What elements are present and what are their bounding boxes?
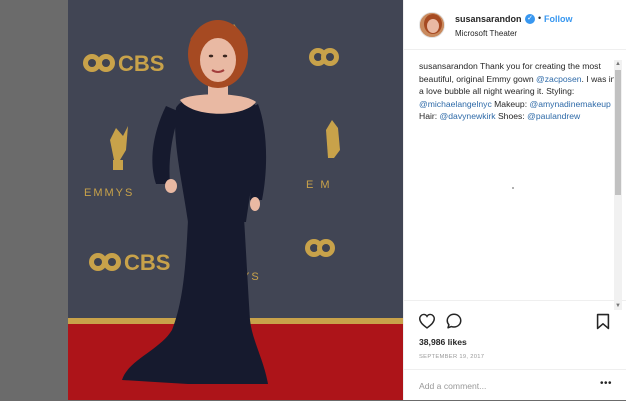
mention-zacposen[interactable]: @zacposen [536,74,582,84]
scroll-up-arrow-icon[interactable]: ▲ [614,60,622,68]
caption-text: Hair: [419,111,440,121]
post-details-panel: susansarandon ✓ • Follow Microsoft Theat… [403,0,626,400]
more-options-button[interactable]: ••• [600,378,612,389]
comment-icon[interactable] [445,312,463,335]
scrollbar-thumb[interactable] [615,70,621,195]
caption-scrollbar[interactable]: ▲ ▼ [614,60,622,310]
emmys-text-left: EMMYS [84,187,134,199]
cbs-text-lower-left: CBS [124,250,170,275]
avatar[interactable] [419,12,445,38]
post-date: SEPTEMBER 19, 2017 [419,354,485,360]
mention-amynadinemakeup[interactable]: @amynadinemakeup [530,99,611,109]
cbs-logo-lower-right [305,239,335,257]
mention-davynewkirk[interactable]: @davynewkirk [440,111,496,121]
avatar-image [420,13,444,37]
bookmark-icon[interactable] [596,313,610,335]
svg-text:E M: E M [306,179,332,191]
follow-button[interactable]: Follow [544,14,573,24]
post-actions: 38,986 likes SEPTEMBER 19, 2017 ••• [404,300,626,400]
mention-michaelangelnyc[interactable]: @michaelangelnyc [419,99,492,109]
separator-dot: • [538,13,542,23]
caption-username[interactable]: susansarandon [419,61,478,71]
red-carpet-photo: CBS CBS EMMYS E M YS [68,0,403,400]
likes-count[interactable]: 38,986 likes [419,337,467,347]
cbs-text-left: CBS [118,51,164,76]
comment-bar: ••• [404,369,626,401]
comment-input[interactable] [419,378,589,394]
cbs-logo-right [309,48,339,66]
caption-text: Shoes: [495,111,528,121]
loading-indicator [512,187,514,189]
scroll-down-arrow-icon[interactable]: ▼ [614,302,622,310]
post-header: susansarandon ✓ • Follow Microsoft Theat… [404,0,626,50]
location-link[interactable]: Microsoft Theater [455,29,517,38]
caption-text: Makeup: [491,98,530,109]
mention-paulandrew[interactable]: @paulandrew [527,111,580,121]
post-caption: susansarandon Thank you for creating the… [419,60,619,123]
post-photo[interactable]: CBS CBS EMMYS E M YS [68,0,403,400]
username-link[interactable]: susansarandon [455,14,522,24]
verified-badge-icon: ✓ [525,14,535,24]
heart-icon[interactable] [418,313,436,334]
